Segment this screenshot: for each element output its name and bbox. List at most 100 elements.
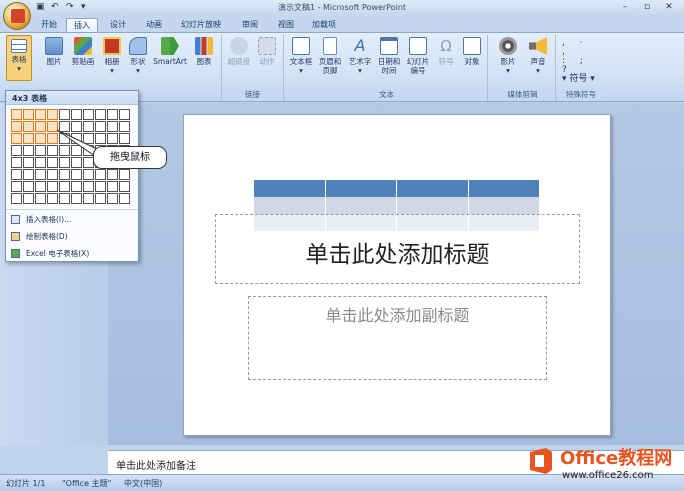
picture-button[interactable]: 图片 bbox=[42, 37, 66, 66]
table-grid-cell[interactable] bbox=[47, 157, 58, 168]
table-grid-cell[interactable] bbox=[107, 169, 118, 180]
tab-view[interactable]: 视图 bbox=[270, 18, 302, 32]
insert-table-item[interactable]: 插入表格(I)... bbox=[11, 213, 71, 226]
table-grid-cell[interactable] bbox=[35, 121, 46, 132]
office-logo-icon bbox=[530, 448, 552, 474]
close-icon[interactable]: ✕ bbox=[658, 1, 680, 13]
table-grid-cell[interactable] bbox=[59, 157, 70, 168]
smartart-button[interactable]: SmartArt bbox=[152, 37, 188, 66]
draw-table-item[interactable]: 绘制表格(D) bbox=[11, 230, 68, 243]
tab-home[interactable]: 开始 bbox=[34, 18, 64, 32]
table-grid-cell[interactable] bbox=[11, 181, 22, 192]
slide-number-button[interactable]: 幻灯片 编号 bbox=[404, 37, 432, 75]
table-grid-cell[interactable] bbox=[119, 181, 130, 192]
table-grid-cell[interactable] bbox=[35, 133, 46, 144]
table-grid-cell[interactable] bbox=[47, 169, 58, 180]
table-grid-cell[interactable] bbox=[83, 109, 94, 120]
table-grid-cell[interactable] bbox=[23, 181, 34, 192]
office-logo-icon bbox=[11, 9, 25, 23]
datetime-button[interactable]: 日期和 时间 bbox=[376, 37, 402, 75]
table-grid-cell[interactable] bbox=[23, 193, 34, 204]
table-grid-cell[interactable] bbox=[71, 109, 82, 120]
slide-number-icon bbox=[409, 37, 427, 55]
table-grid-cell[interactable] bbox=[71, 193, 82, 204]
table-grid-cell[interactable] bbox=[35, 181, 46, 192]
tab-addins[interactable]: 加载项 bbox=[306, 18, 342, 32]
table-grid-cell[interactable] bbox=[119, 121, 130, 132]
table-button[interactable]: 表格 ▾ bbox=[6, 35, 32, 81]
text-group: 文本框 ▾ 页眉和 页脚 A 艺术字 ▾ 日期和 时间 幻灯片 编号 Ω 符号 对象 文本 bbox=[286, 35, 488, 101]
table-grid-cell[interactable] bbox=[47, 193, 58, 204]
table-grid-cell[interactable] bbox=[119, 193, 130, 204]
table-grid-cell[interactable] bbox=[95, 193, 106, 204]
table-grid-cell[interactable] bbox=[35, 193, 46, 204]
table-grid-cell[interactable] bbox=[95, 181, 106, 192]
maximize-icon[interactable]: ▫ bbox=[636, 1, 658, 13]
table-grid-cell[interactable] bbox=[35, 157, 46, 168]
tab-insert[interactable]: 插入 bbox=[66, 18, 98, 32]
table-grid-cell[interactable] bbox=[35, 145, 46, 156]
table-grid-cell[interactable] bbox=[107, 121, 118, 132]
table-grid-cell[interactable] bbox=[119, 109, 130, 120]
table-grid-cell[interactable] bbox=[71, 181, 82, 192]
wordart-button[interactable]: A 艺术字 ▾ bbox=[346, 37, 374, 76]
table-grid-cell[interactable] bbox=[11, 109, 22, 120]
symbol-button[interactable]: Ω 符号 bbox=[434, 37, 458, 66]
action-button[interactable]: 动作 bbox=[254, 37, 280, 66]
table-grid-cell[interactable] bbox=[59, 169, 70, 180]
table-grid-cell[interactable] bbox=[23, 133, 34, 144]
action-icon bbox=[258, 37, 276, 55]
table-grid-cell[interactable] bbox=[23, 109, 34, 120]
table-grid-cell[interactable] bbox=[59, 109, 70, 120]
table-grid-cell[interactable] bbox=[23, 145, 34, 156]
table-grid-cell[interactable] bbox=[59, 181, 70, 192]
hyperlink-button[interactable]: 超链接 bbox=[226, 37, 252, 66]
textbox-button[interactable]: 文本框 ▾ bbox=[288, 37, 314, 75]
table-grid-cell[interactable] bbox=[119, 169, 130, 180]
tab-slideshow[interactable]: 幻灯片放映 bbox=[176, 18, 226, 32]
table-grid-cell[interactable] bbox=[35, 109, 46, 120]
tab-review[interactable]: 审阅 bbox=[234, 18, 266, 32]
album-button[interactable]: 相册 ▾ bbox=[100, 37, 124, 75]
table-grid-cell[interactable] bbox=[23, 157, 34, 168]
table-grid-cell[interactable] bbox=[107, 133, 118, 144]
object-button[interactable]: 对象 bbox=[460, 37, 484, 66]
table-grid-cell[interactable] bbox=[23, 169, 34, 180]
table-grid-cell[interactable] bbox=[107, 193, 118, 204]
table-grid-cell[interactable] bbox=[11, 169, 22, 180]
title-placeholder[interactable]: 单击此处添加标题 bbox=[215, 214, 580, 284]
table-grid-cell[interactable] bbox=[47, 181, 58, 192]
table-grid-cell[interactable] bbox=[71, 157, 82, 168]
clipart-button[interactable]: 剪贴画 bbox=[68, 37, 98, 66]
table-grid-cell[interactable] bbox=[11, 133, 22, 144]
subtitle-placeholder[interactable]: 单击此处添加副标题 bbox=[248, 296, 547, 380]
shapes-button[interactable]: 形状 ▾ bbox=[126, 37, 150, 75]
tab-design[interactable]: 设计 bbox=[102, 18, 134, 32]
table-grid-cell[interactable] bbox=[107, 109, 118, 120]
table-grid-cell[interactable] bbox=[23, 121, 34, 132]
table-grid-cell[interactable] bbox=[83, 169, 94, 180]
table-grid-cell[interactable] bbox=[11, 193, 22, 204]
table-grid-cell[interactable] bbox=[11, 157, 22, 168]
table-grid-cell[interactable] bbox=[95, 109, 106, 120]
table-grid-cell[interactable] bbox=[107, 181, 118, 192]
table-grid-cell[interactable] bbox=[35, 169, 46, 180]
table-grid-cell[interactable] bbox=[83, 193, 94, 204]
office-button[interactable] bbox=[3, 2, 31, 30]
table-grid-cell[interactable] bbox=[95, 169, 106, 180]
table-grid-cell[interactable] bbox=[11, 145, 22, 156]
sound-button[interactable]: 声音 ▾ bbox=[524, 37, 552, 75]
special-symbol-button[interactable]: , · , : ; ? ▾ 符号 ▾ bbox=[562, 39, 600, 84]
chart-button[interactable]: 图表 bbox=[190, 37, 218, 66]
movie-button[interactable]: 影片 ▾ bbox=[494, 37, 522, 75]
table-grid-cell[interactable] bbox=[71, 169, 82, 180]
tab-animation[interactable]: 动画 bbox=[138, 18, 170, 32]
table-grid-cell[interactable] bbox=[83, 181, 94, 192]
header-footer-button[interactable]: 页眉和 页脚 bbox=[316, 37, 344, 75]
minimize-icon[interactable]: – bbox=[614, 1, 636, 13]
table-grid-cell[interactable] bbox=[11, 121, 22, 132]
table-grid-cell[interactable] bbox=[47, 109, 58, 120]
excel-spreadsheet-item[interactable]: Excel 电子表格(X) bbox=[11, 247, 89, 260]
table-grid-cell[interactable] bbox=[119, 133, 130, 144]
table-grid-cell[interactable] bbox=[59, 193, 70, 204]
